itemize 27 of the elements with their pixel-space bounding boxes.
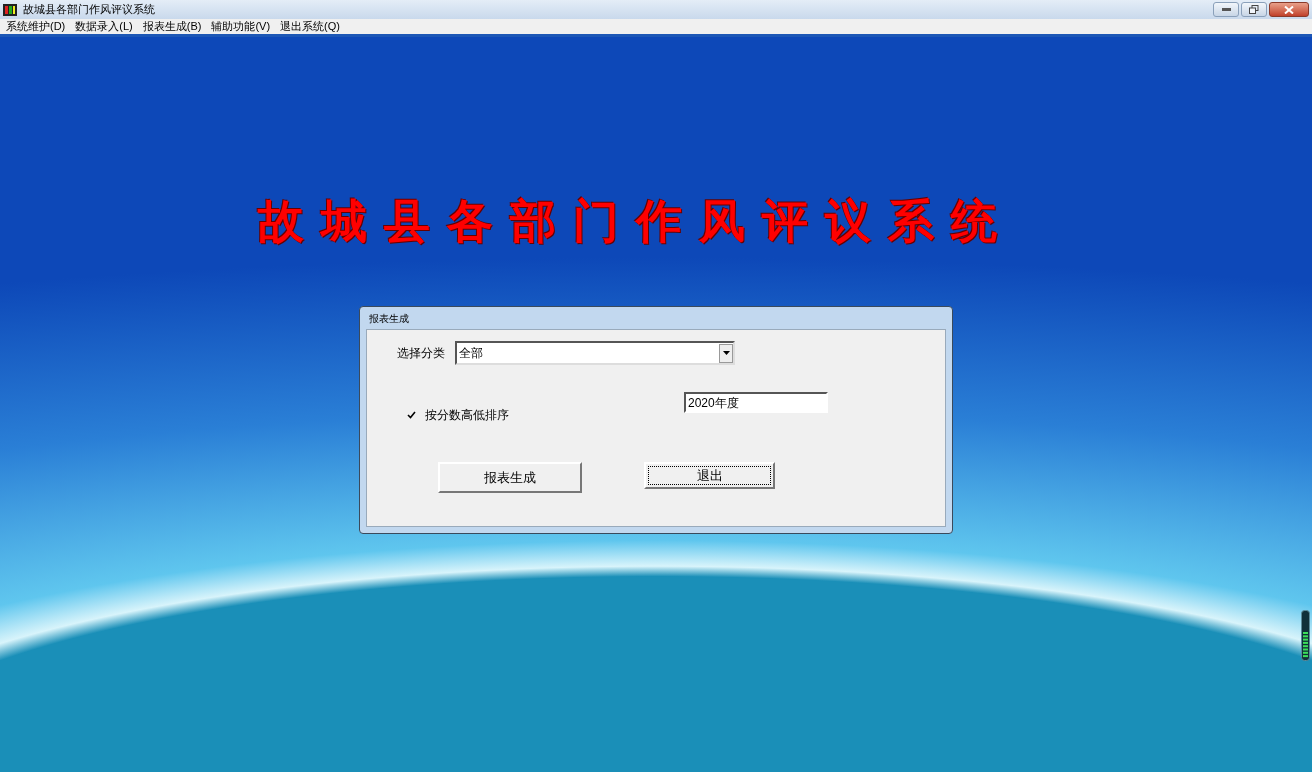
exit-button[interactable]: 退出 xyxy=(644,462,775,489)
close-button[interactable] xyxy=(1269,2,1309,17)
minimize-icon xyxy=(1221,8,1231,11)
dialog-title: 报表生成 xyxy=(369,311,409,326)
app-icon xyxy=(3,2,17,17)
menu-item[interactable]: 系统维护(D) xyxy=(3,18,69,35)
menu-item[interactable]: 报表生成(B) xyxy=(139,18,205,35)
restore-button[interactable] xyxy=(1241,2,1267,17)
dropdown-value: 全部 xyxy=(459,345,483,362)
system-heading: 故城县各部门作风评议系统 xyxy=(258,194,1014,249)
sort-checkbox[interactable] xyxy=(406,409,417,421)
close-icon xyxy=(1284,5,1294,14)
window-title: 故城县各部门作风评议系统 xyxy=(23,2,155,18)
dropdown-arrow-button[interactable] xyxy=(719,343,733,363)
menu-item[interactable]: 数据录入(L) xyxy=(72,18,136,35)
checkmark-icon xyxy=(407,411,416,419)
year-field[interactable]: 2020年度 xyxy=(684,392,828,413)
restore-icon xyxy=(1249,5,1259,14)
level-meter-icon xyxy=(1301,610,1310,661)
category-label: 选择分类 xyxy=(397,345,445,362)
category-dropdown[interactable]: 全部 xyxy=(455,341,735,365)
generate-report-button[interactable]: 报表生成 xyxy=(438,462,582,493)
menu-item[interactable]: 辅助功能(V) xyxy=(208,18,274,35)
sort-checkbox-label: 按分数高低排序 xyxy=(425,407,509,424)
caret-icon xyxy=(722,351,730,355)
minimize-button[interactable] xyxy=(1213,2,1239,17)
menu-item[interactable]: 退出系统(Q) xyxy=(277,18,343,35)
